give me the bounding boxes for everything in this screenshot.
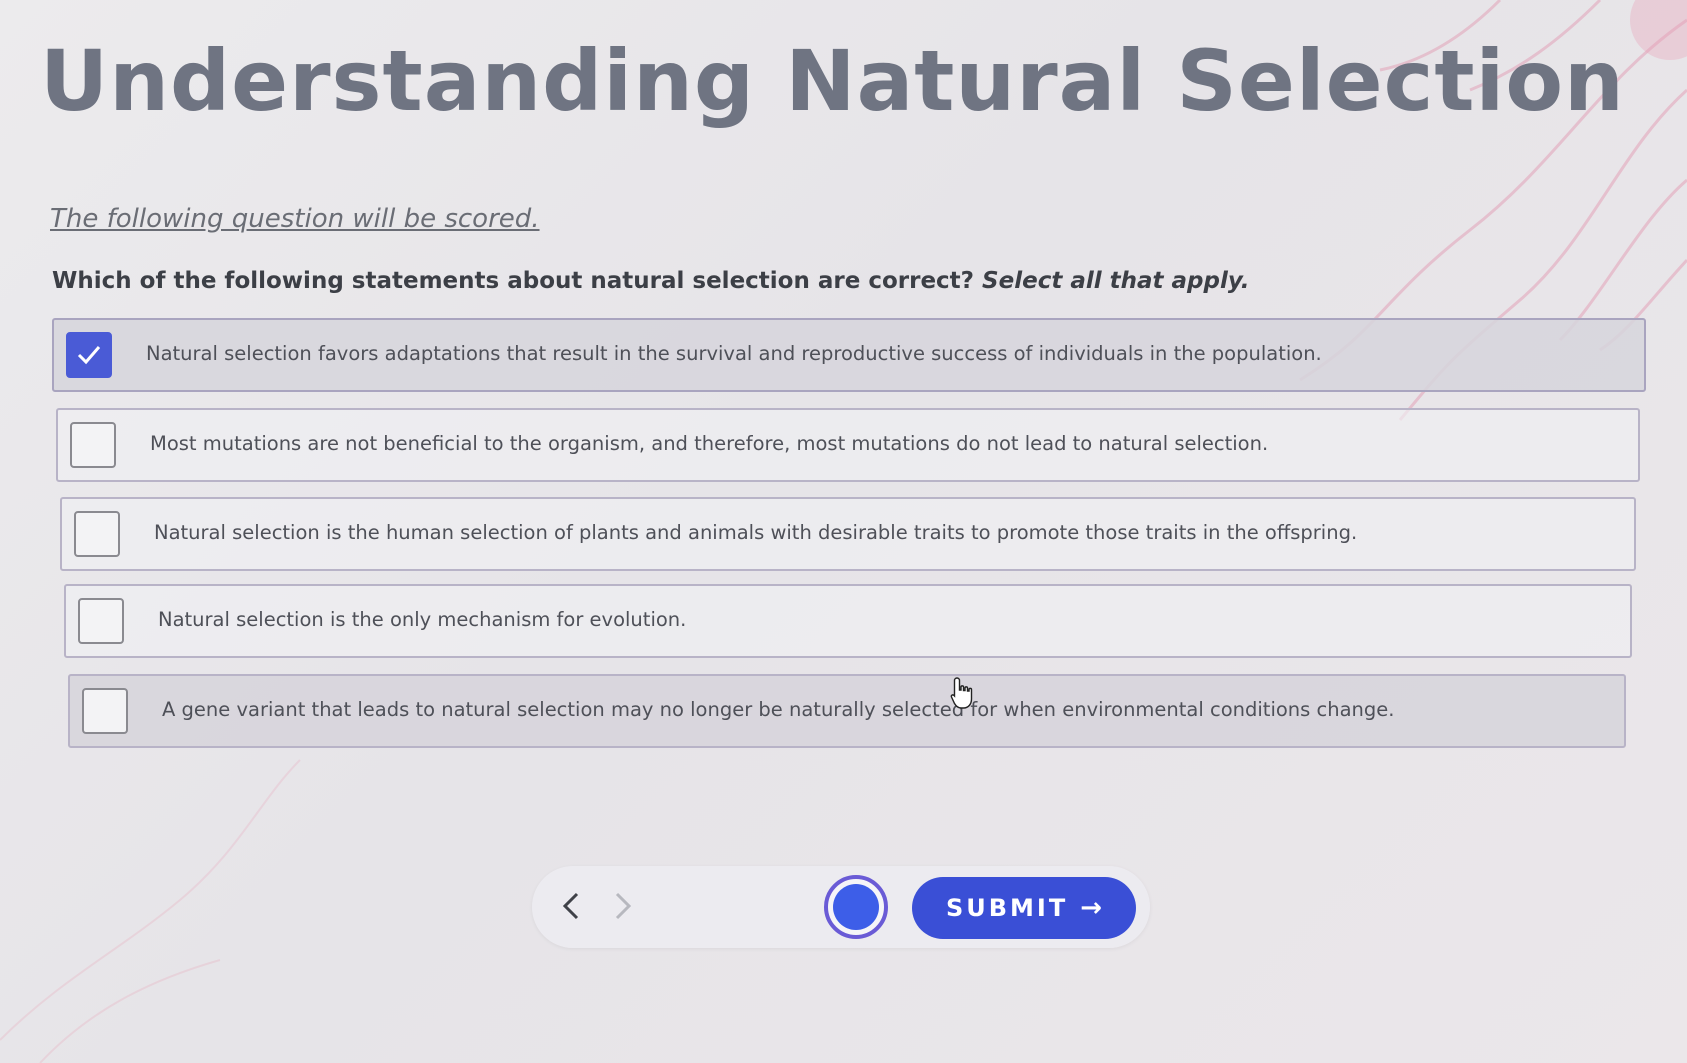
submit-label: SUBMIT [945,894,1069,922]
checkbox-unchecked[interactable] [82,688,128,734]
chevron-right-icon[interactable] [602,886,642,926]
option-label: Natural selection favors adaptations tha… [146,342,1322,365]
checkbox-checked[interactable] [66,332,112,378]
answer-option-2[interactable]: Most mutations are not beneficial to the… [56,408,1640,482]
question-instruction: Select all that apply. [982,268,1250,294]
option-label: Natural selection is the only mechanism … [158,608,687,631]
question-progress-dot[interactable] [824,875,888,939]
progress-dot-fill [833,884,879,930]
checkbox-unchecked[interactable] [70,422,116,468]
question-text: Which of the following statements about … [52,268,975,294]
answer-option-3[interactable]: Natural selection is the human selection… [60,497,1636,571]
page-title: Understanding Natural Selection [40,32,1625,130]
option-label: Most mutations are not beneficial to the… [150,432,1269,455]
scored-note: The following question will be scored. [50,204,540,234]
checkmark-icon [77,346,101,365]
answer-option-4[interactable]: Natural selection is the only mechanism … [64,584,1632,658]
answer-option-5[interactable]: A gene variant that leads to natural sel… [68,674,1626,748]
arrow-right-icon: → [1080,893,1103,923]
chevron-left-icon[interactable] [552,886,592,926]
hand-pointer-cursor-icon [950,677,973,709]
question-navigation-bar: SUBMIT → [532,866,1150,948]
answer-option-1[interactable]: Natural selection favors adaptations tha… [52,318,1646,392]
question-prompt: Which of the following statements about … [52,268,1249,294]
checkbox-unchecked[interactable] [74,511,120,557]
option-label: Natural selection is the human selection… [154,521,1358,544]
submit-button[interactable]: SUBMIT → [912,877,1136,939]
checkbox-unchecked[interactable] [78,598,124,644]
option-label: A gene variant that leads to natural sel… [162,698,1395,721]
